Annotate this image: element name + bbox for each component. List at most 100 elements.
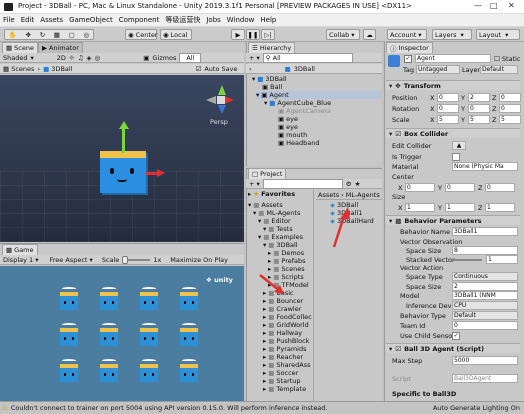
transform-tool-icon[interactable]: ◎ [83, 31, 89, 39]
pause-button[interactable]: ❚❚ [246, 29, 260, 40]
filter-icon[interactable]: ⚙ [346, 180, 352, 188]
hierarchy-item-eye-1[interactable]: ▣ eye [278, 115, 298, 123]
rect-tool-icon[interactable]: ▢ [69, 31, 75, 39]
tab-scene[interactable]: ▦ Scene [2, 42, 38, 53]
axis-label-z[interactable]: Z [478, 204, 482, 212]
hierarchy-item-headband[interactable]: ▣ Headband [278, 139, 320, 147]
enabled-checkbox-icon[interactable]: ☑ [395, 345, 401, 353]
project-folder-item[interactable]: ▸ ■ Reacher [263, 353, 303, 361]
hierarchy-item-ball[interactable]: ▣ Ball [262, 83, 282, 91]
stacked-vectors-field[interactable]: 1 [486, 255, 518, 264]
tab-inspector[interactable]: ⓘ Inspector [386, 42, 433, 53]
axis-label-z[interactable]: Z [492, 105, 496, 113]
hierarchy-item-mouth[interactable]: ▣ mouth [278, 131, 307, 139]
axis-label-x[interactable]: X [430, 94, 434, 102]
stacked-vectors-slider[interactable] [452, 259, 482, 261]
axis-label-y[interactable]: Y [461, 94, 465, 102]
tag-dropdown[interactable]: Untagged [416, 65, 460, 74]
gizmo-center-cube-icon[interactable] [217, 96, 225, 104]
axis-label-x[interactable]: X [398, 184, 402, 192]
behavior-parameters-header[interactable]: ▾ ▩ Behavior Parameters [386, 215, 520, 225]
enabled-checkbox-icon[interactable]: ☑ [395, 130, 401, 138]
project-folder-item[interactable]: ▸ ■ Hallway [263, 329, 302, 337]
play-button[interactable]: ▶ [231, 29, 245, 40]
lighting-icon[interactable]: ☼ [69, 54, 75, 62]
max-step-field[interactable]: 5000 [452, 356, 518, 365]
ball3d-agent-header[interactable]: ▾ ☑ Ball 3D Agent (Script) [386, 343, 520, 353]
project-folder-item[interactable]: ▸ ■ Pyramids [263, 345, 307, 353]
account-dropdown[interactable]: Account ▾ [387, 29, 427, 40]
transform-z-field[interactable]: 0 [499, 104, 521, 113]
collider-x-field[interactable]: 0 [405, 183, 435, 192]
hierarchy-create-dropdown[interactable]: + ▾ [249, 54, 260, 62]
transform-x-field[interactable]: 5 [437, 115, 459, 124]
obs-space-size-field[interactable]: 8 [452, 246, 518, 255]
x-axis-arrow-icon[interactable] [157, 169, 165, 177]
hierarchy-item-root[interactable]: ▾ ■ 3DBall [252, 75, 287, 83]
y-axis-handle[interactable] [122, 127, 125, 153]
inference-device-dropdown[interactable]: CPU [452, 301, 518, 310]
collider-y-field[interactable]: 1 [445, 203, 475, 212]
projection-label[interactable]: Persp [210, 118, 228, 126]
behavior-type-dropdown[interactable]: Default [452, 311, 518, 320]
maximize-icon[interactable]: □ [490, 1, 498, 10]
project-folder-item[interactable]: ▸ ■ Template [263, 385, 306, 393]
status-bar[interactable]: ⚠ Couldn't connect to trainer on port 50… [0, 401, 524, 414]
step-button[interactable]: ▷| [261, 29, 275, 40]
game-viewport[interactable]: ❖ unity [0, 266, 244, 401]
minimize-icon[interactable]: — [474, 1, 482, 10]
menu-gameobject[interactable]: GameObject [69, 16, 113, 24]
scene-viewport[interactable]: Persp [0, 75, 244, 242]
project-search-input[interactable] [262, 178, 343, 189]
gizmos-dropdown[interactable]: Gizmos [152, 54, 176, 62]
scene-search-input[interactable]: All [179, 52, 202, 63]
tab-game[interactable]: ▩ Game [2, 244, 38, 255]
collab-dropdown[interactable]: Collab ▾ [326, 29, 360, 40]
scale-tool-icon[interactable]: ▦ [54, 31, 60, 39]
scenes-breadcrumb[interactable]: ▦ Scenes [3, 65, 34, 73]
status-message[interactable]: Couldn't connect to trainer on port 5004… [11, 404, 430, 412]
menu-edit[interactable]: Edit [21, 16, 35, 24]
edit-collider-button[interactable]: ▲ [452, 141, 466, 150]
effects-icon[interactable]: ◈ [87, 54, 92, 62]
menu-component[interactable]: Component [119, 16, 160, 24]
collider-z-field[interactable]: 1 [485, 203, 515, 212]
project-folder-item[interactable]: ▸ ■ Crawler [263, 305, 301, 313]
transform-y-field[interactable]: 0 [468, 104, 490, 113]
static-checkbox[interactable]: ☐ Static [494, 55, 521, 63]
audio-icon[interactable]: ♫ [78, 54, 84, 62]
gizmo-z-cone-icon[interactable] [218, 105, 226, 114]
transform-header[interactable]: ▾ ✥ Transform [386, 80, 520, 90]
axis-label-y[interactable]: Y [438, 184, 442, 192]
material-field[interactable]: None (Physic Ma [452, 162, 518, 171]
menu-help[interactable]: Help [260, 16, 276, 24]
aspect-dropdown[interactable]: Free Aspect ▾ [50, 256, 93, 264]
maximize-on-play-toggle[interactable]: Maximize On Play [170, 256, 228, 264]
axis-label-x[interactable]: X [398, 204, 402, 212]
hierarchy-search-input[interactable]: ⚲ All [262, 52, 353, 63]
gizmo-x-cone-icon[interactable] [224, 96, 234, 104]
layout-dropdown[interactable]: Layout ▾ [476, 29, 520, 40]
camera-icon[interactable]: ▣ [143, 54, 149, 62]
model-field[interactable]: 3DBall1 (NNM [452, 291, 518, 300]
project-folder-item[interactable]: ▸ ■ PushBlock [263, 337, 309, 345]
hierarchy-item-agent[interactable]: ▾ ▣ Agent [256, 91, 382, 99]
tab-animator[interactable]: ▶ Animator [38, 42, 83, 53]
action-space-size-field[interactable]: 2 [452, 282, 518, 291]
pivot-local-toggle[interactable]: ◉ Local [160, 29, 192, 40]
breadcrumb-assets[interactable]: Assets [318, 191, 339, 199]
axis-label-y[interactable]: Y [438, 204, 442, 212]
cloud-icon[interactable]: ☁ [363, 29, 376, 40]
scale-slider[interactable] [122, 255, 151, 264]
layer-dropdown[interactable]: Default [480, 65, 518, 74]
menu-window[interactable]: Window [227, 16, 255, 24]
axis-label-x[interactable]: X [430, 116, 434, 124]
menu-file[interactable]: File [3, 16, 15, 24]
gameobject-name-field[interactable]: Agent [415, 54, 491, 63]
collider-y-field[interactable]: 0 [445, 183, 475, 192]
behavior-name-field[interactable]: 3DBall1 [452, 227, 518, 236]
auto-save-checkbox[interactable]: ☑ [196, 65, 202, 73]
space-type-dropdown[interactable]: Continuous [452, 272, 518, 281]
collider-z-field[interactable]: 0 [485, 183, 515, 192]
project-folder-item[interactable]: ▸ ■ Bouncer [263, 297, 303, 305]
